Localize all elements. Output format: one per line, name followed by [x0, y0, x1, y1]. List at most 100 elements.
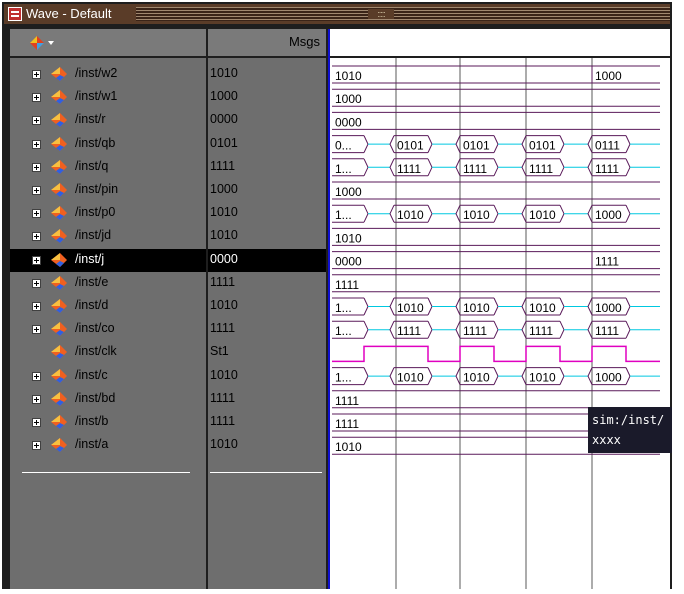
signal-value-row[interactable]: 1010: [208, 225, 326, 248]
signal-name: /inst/jd: [75, 228, 112, 243]
signal-row[interactable]: /inst/w2: [10, 63, 206, 86]
signal-row[interactable]: /inst/co: [10, 318, 206, 341]
bus-value-label: 1...: [335, 371, 352, 385]
wave-window: ::::: Wave - Default Msgs /inst/w2/inst/…: [0, 0, 684, 591]
signal-value: 1111: [210, 274, 236, 289]
signal-value-row[interactable]: 1111: [208, 411, 326, 434]
bus-value-label: 1111: [595, 324, 619, 338]
bus-value-label: 1111: [463, 324, 487, 338]
signal-value-row[interactable]: 1111: [208, 388, 326, 411]
signal-value-row[interactable]: 1010: [208, 434, 326, 457]
signal-value-row[interactable]: 1010: [208, 365, 326, 388]
expand-icon[interactable]: [32, 255, 41, 265]
signal-icon: [51, 229, 67, 244]
signal-row[interactable]: /inst/clk: [10, 341, 206, 364]
title-bar[interactable]: ::::: Wave - Default: [4, 4, 670, 24]
signal-value-row[interactable]: 1111: [208, 156, 326, 179]
bus-transition: [625, 158, 631, 177]
bus-transition: [587, 204, 593, 223]
signal-value-row[interactable]: 1111: [208, 272, 326, 295]
expand-icon[interactable]: [32, 418, 41, 427]
expand-icon[interactable]: [32, 371, 41, 381]
cursor-line[interactable]: [328, 29, 330, 589]
signal-value: 1000: [210, 89, 238, 104]
signal-row[interactable]: /inst/w1: [10, 86, 206, 109]
signal-name: /inst/w2: [75, 66, 118, 80]
window-title: Wave - Default: [26, 6, 116, 22]
waveform-canvas[interactable]: 1010 1000 1000 0000 0... 0101 0101 0101 0111 1...…: [330, 58, 670, 589]
bus-transition: [455, 135, 461, 153]
signal-icon: [51, 391, 67, 406]
signal-row[interactable]: /inst/pin: [10, 179, 206, 202]
signal-value-row[interactable]: 1010: [208, 295, 326, 318]
signal-name: /inst/q: [75, 158, 109, 173]
expand-icon[interactable]: [32, 93, 41, 103]
chevron-down-icon[interactable]: [48, 41, 54, 45]
expand-icon[interactable]: [32, 70, 41, 79]
signal-value-row[interactable]: 0000: [208, 109, 326, 132]
bus-transition: [363, 204, 369, 223]
expand-icon[interactable]: [32, 278, 41, 288]
expand-icon[interactable]: [32, 325, 41, 335]
signal-value-row[interactable]: 0000: [208, 248, 326, 272]
bus-transition: [587, 135, 593, 153]
signal-row[interactable]: /inst/e: [10, 272, 206, 295]
signal-row[interactable]: /inst/j: [10, 248, 206, 272]
expand-icon[interactable]: [32, 302, 41, 311]
signal-row[interactable]: /inst/qb: [10, 133, 206, 156]
signal-value: 1010: [210, 298, 238, 312]
waveform-pane[interactable]: 1010 1000 1000 0000 0... 0101 0101 0101 0111 1...…: [330, 58, 670, 589]
signal-value: 0101: [210, 135, 238, 150]
bus-value-label: 1111: [595, 162, 619, 176]
signal-value-row[interactable]: 1111: [208, 318, 326, 341]
bus-transition: [427, 367, 433, 385]
signal-value-row[interactable]: St1: [208, 341, 326, 364]
signal-values-pane[interactable]: 1010 1000 0000 0101 1111 1000 1010 1010 0000 1111…: [208, 58, 326, 589]
expand-icon[interactable]: [32, 116, 41, 126]
bus-transition: [493, 367, 499, 385]
signal-row[interactable]: /inst/q: [10, 156, 206, 179]
signal-name: /inst/bd: [75, 390, 116, 405]
bus-value-label: 1...: [335, 208, 352, 222]
bus-transition: [559, 320, 565, 339]
signal-toolbar-icon[interactable]: [28, 35, 46, 51]
signal-row[interactable]: /inst/jd: [10, 225, 206, 248]
bus-transition: [587, 320, 593, 339]
signal-name: /inst/c: [75, 367, 108, 382]
bus-transition: [363, 320, 369, 339]
title-grip-icon[interactable]: :::::: [368, 9, 394, 19]
expand-icon[interactable]: [32, 394, 41, 404]
signal-value-row[interactable]: 1000: [208, 179, 326, 202]
signal-value-row[interactable]: 1010: [208, 63, 326, 86]
signal-row[interactable]: /inst/a: [10, 434, 206, 457]
bus-transition: [521, 297, 527, 316]
signal-row[interactable]: /inst/bd: [10, 388, 206, 411]
bus-value-label: 1111: [397, 162, 421, 176]
signal-names-pane[interactable]: /inst/w2/inst/w1/inst/r/inst/qb/inst/q/i…: [10, 58, 206, 589]
signal-row[interactable]: /inst/b: [10, 411, 206, 434]
signal-value-row[interactable]: 0101: [208, 133, 326, 156]
expand-icon[interactable]: [32, 186, 41, 195]
signal-name: /inst/pin: [75, 182, 119, 196]
signal-value: 1010: [210, 228, 238, 243]
expand-icon[interactable]: [32, 232, 41, 242]
expand-icon[interactable]: [32, 139, 41, 149]
bus-value-label: 1010: [463, 208, 490, 222]
msgs-label: Msgs: [288, 34, 320, 49]
signal-value: 0000: [210, 112, 238, 127]
signal-row[interactable]: /inst/c: [10, 365, 206, 388]
expand-icon[interactable]: [32, 441, 41, 451]
signal-value: 1111: [210, 414, 236, 428]
expand-icon[interactable]: [32, 209, 41, 219]
signal-value: St1: [210, 344, 229, 359]
bus-transition: [455, 367, 461, 385]
signal-row[interactable]: /inst/r: [10, 109, 206, 132]
signal-row[interactable]: /inst/p0: [10, 202, 206, 225]
signal-icon: [51, 275, 67, 290]
expand-icon[interactable]: [32, 162, 41, 172]
signal-name: /inst/r: [75, 112, 106, 127]
signal-name: /inst/w1: [75, 89, 118, 104]
signal-row[interactable]: /inst/d: [10, 295, 206, 318]
signal-value-row[interactable]: 1000: [208, 86, 326, 109]
signal-value-row[interactable]: 1010: [208, 202, 326, 225]
